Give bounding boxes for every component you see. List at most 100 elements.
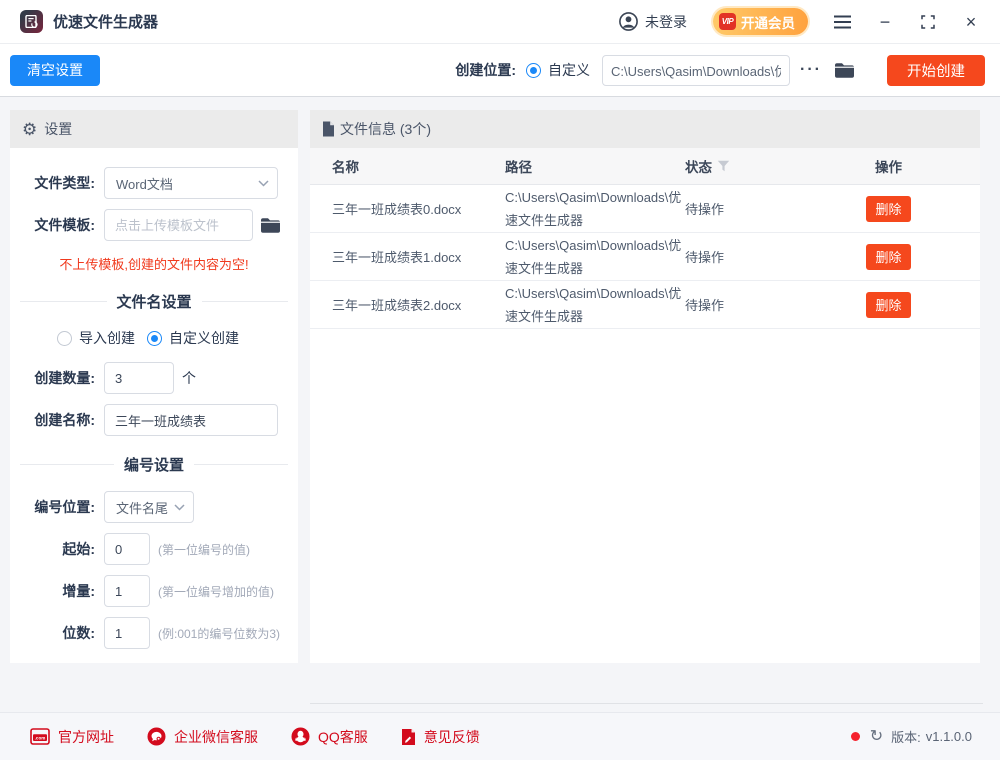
column-header-action: 操作 xyxy=(866,156,980,176)
start-number-note: (第一位编号的值) xyxy=(158,541,250,558)
file-path-cell: C:\Users\Qasim\Downloads\优速文件生成器 xyxy=(505,286,681,324)
file-path-cell: C:\Users\Qasim\Downloads\优速文件生成器 xyxy=(505,190,681,228)
digits-input[interactable] xyxy=(104,617,150,649)
status-dot-icon xyxy=(851,732,860,741)
user-avatar-icon xyxy=(619,12,638,31)
vip-button[interactable]: VIP 开通会员 xyxy=(713,8,808,35)
divider xyxy=(310,703,983,704)
custom-location-radio-label[interactable]: 自定义 xyxy=(548,60,590,80)
filename-section-title: 文件名设置 xyxy=(117,291,192,312)
file-path-cell: C:\Users\Qasim\Downloads\优速文件生成器 xyxy=(505,238,681,276)
column-header-status: 状态 xyxy=(685,156,712,176)
official-website-link[interactable]: .com 官方网址 xyxy=(30,727,114,747)
file-info-header-label: 文件信息 (3个) xyxy=(340,119,431,139)
app-logo-icon xyxy=(20,10,43,33)
digits-label: 位数: xyxy=(20,623,104,643)
digits-note: (例:001的编号位数为3) xyxy=(158,625,280,642)
toolbar: 清空设置 创建位置: 自定义 ··· 开始创建 xyxy=(0,44,1000,97)
login-area[interactable]: 未登录 xyxy=(619,12,687,32)
number-section-divider: 编号设置 xyxy=(20,454,288,475)
menu-icon[interactable] xyxy=(833,13,851,31)
custom-location-radio[interactable] xyxy=(526,63,541,78)
browse-folder-icon[interactable] xyxy=(834,62,855,79)
chevron-down-icon xyxy=(258,180,269,187)
settings-header-label: 设置 xyxy=(44,119,72,139)
file-type-value: Word文档 xyxy=(116,174,173,193)
more-options-button[interactable]: ··· xyxy=(800,61,822,79)
table-row: 三年一班成绩表2.docx C:\Users\Qasim\Downloads\优… xyxy=(310,281,980,329)
footer: .com 官方网址 企业微信客服 QQ客服 xyxy=(0,712,1000,760)
start-number-input[interactable] xyxy=(104,533,150,565)
titlebar: 优速文件生成器 未登录 VIP 开通会员 − × xyxy=(0,0,1000,44)
file-type-label: 文件类型: xyxy=(20,173,104,193)
number-section-title: 编号设置 xyxy=(124,454,184,475)
create-name-input[interactable] xyxy=(104,404,278,436)
feedback-link[interactable]: 意见反馈 xyxy=(401,727,480,747)
qq-icon xyxy=(291,727,310,746)
increment-note: (第一位编号增加的值) xyxy=(158,583,274,600)
minimize-icon[interactable]: − xyxy=(876,13,894,31)
number-position-label: 编号位置: xyxy=(20,497,104,517)
file-name-cell: 三年一班成绩表1.docx xyxy=(310,247,505,266)
column-header-name: 名称 xyxy=(310,156,505,176)
template-label: 文件模板: xyxy=(20,215,104,235)
maximize-icon[interactable] xyxy=(919,13,937,31)
create-count-label: 创建数量: xyxy=(20,368,104,388)
app-title: 优速文件生成器 xyxy=(53,11,158,32)
create-name-label: 创建名称: xyxy=(20,410,104,430)
file-status-cell: 待操作 xyxy=(685,295,866,314)
increment-label: 增量: xyxy=(20,581,104,601)
chevron-down-icon xyxy=(174,504,185,511)
create-location-label: 创建位置: xyxy=(455,60,516,80)
template-folder-icon[interactable] xyxy=(260,217,281,234)
file-info-header: 文件信息 (3个) xyxy=(310,110,980,148)
import-create-radio[interactable] xyxy=(57,331,72,346)
qq-service-link[interactable]: QQ客服 xyxy=(291,727,368,747)
wechat-icon xyxy=(147,727,166,746)
custom-create-radio[interactable] xyxy=(147,331,162,346)
filter-icon[interactable] xyxy=(717,160,730,172)
dot-com-icon: .com xyxy=(30,728,50,745)
table-row: 三年一班成绩表0.docx C:\Users\Qasim\Downloads\优… xyxy=(310,185,980,233)
filename-section-divider: 文件名设置 xyxy=(20,291,288,312)
template-warning-text: 不上传模板,创建的文件内容为空! xyxy=(10,254,298,273)
wechat-service-link[interactable]: 企业微信客服 xyxy=(147,727,258,747)
version-area: ↻ 版本: v1.1.0.0 xyxy=(851,727,972,746)
location-path-input[interactable] xyxy=(602,55,790,86)
table-header-row: 名称 路径 状态 操作 xyxy=(310,148,980,185)
import-create-radio-label[interactable]: 导入创建 xyxy=(79,328,135,348)
column-header-path: 路径 xyxy=(505,156,685,176)
clear-settings-button[interactable]: 清空设置 xyxy=(10,55,100,86)
file-icon xyxy=(322,121,335,137)
main-area: ⚙ 设置 文件类型: Word文档 文件模板: 不上传模板,创建的文件内容为 xyxy=(0,97,1000,712)
version-label: 版本: xyxy=(891,727,921,746)
file-info-panel: 文件信息 (3个) 名称 路径 状态 操作 三年一班成绩表0.docx C:\U… xyxy=(310,110,980,663)
create-count-input[interactable] xyxy=(104,362,174,394)
vip-icon: VIP xyxy=(719,13,736,30)
gear-icon: ⚙ xyxy=(22,121,37,138)
number-position-select[interactable]: 文件名尾 xyxy=(104,491,194,523)
file-status-cell: 待操作 xyxy=(685,199,866,218)
settings-panel: ⚙ 设置 文件类型: Word文档 文件模板: 不上传模板,创建的文件内容为 xyxy=(10,110,298,663)
file-name-cell: 三年一班成绩表0.docx xyxy=(310,199,505,218)
settings-panel-header: ⚙ 设置 xyxy=(10,110,298,148)
file-type-select[interactable]: Word文档 xyxy=(104,167,278,199)
create-mode-radio-group: 导入创建 自定义创建 xyxy=(10,328,298,348)
custom-create-radio-label[interactable]: 自定义创建 xyxy=(169,328,239,348)
close-icon[interactable]: × xyxy=(962,13,980,31)
feedback-icon xyxy=(401,728,416,746)
file-status-cell: 待操作 xyxy=(685,247,866,266)
file-name-cell: 三年一班成绩表2.docx xyxy=(310,295,505,314)
svg-text:.com: .com xyxy=(35,736,46,741)
template-upload-input[interactable] xyxy=(104,209,253,241)
start-create-button[interactable]: 开始创建 xyxy=(887,55,985,86)
login-status: 未登录 xyxy=(645,12,687,32)
table-row: 三年一班成绩表1.docx C:\Users\Qasim\Downloads\优… xyxy=(310,233,980,281)
delete-button[interactable]: 删除 xyxy=(866,244,911,270)
create-count-unit: 个 xyxy=(182,368,196,388)
delete-button[interactable]: 删除 xyxy=(866,292,911,318)
increment-input[interactable] xyxy=(104,575,150,607)
refresh-icon[interactable]: ↻ xyxy=(870,729,883,745)
vip-button-label: 开通会员 xyxy=(741,12,795,32)
delete-button[interactable]: 删除 xyxy=(866,196,911,222)
